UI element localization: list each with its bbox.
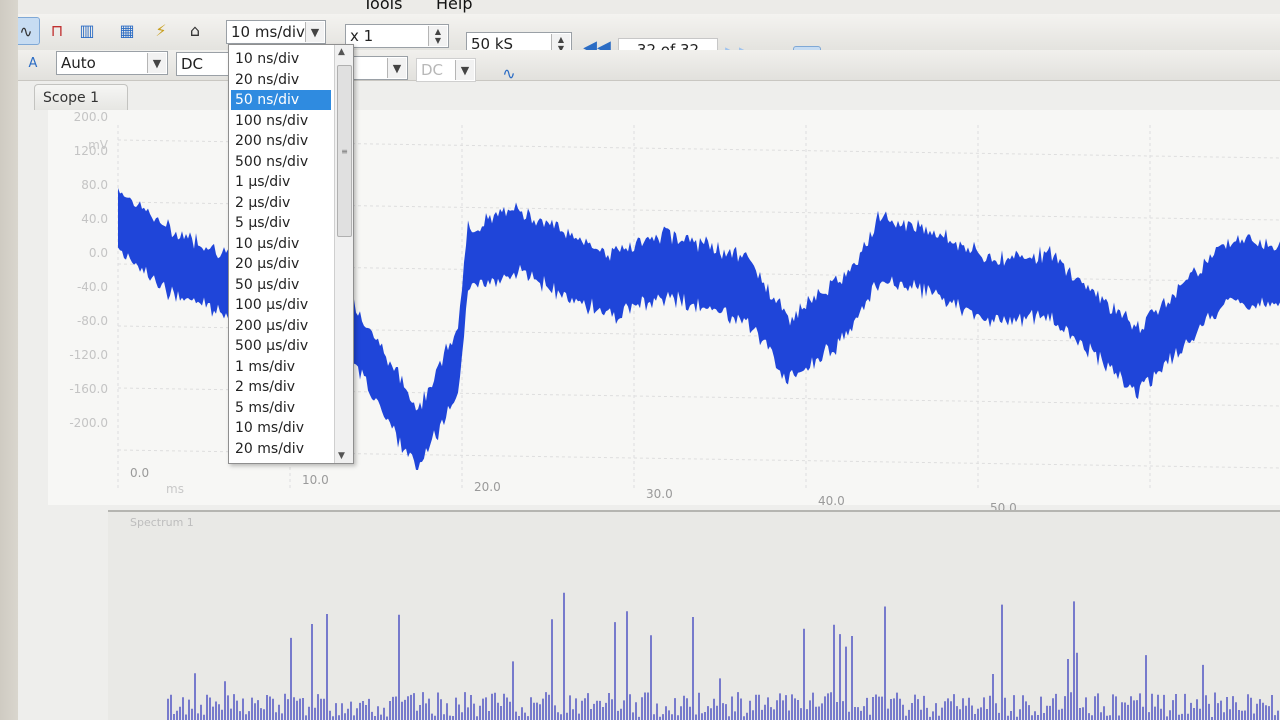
timebase-value: 10 ms/div [231,23,305,41]
chevron-down-icon[interactable]: ▼ [455,60,474,80]
x-tick-label: 30.0 [646,487,673,501]
channel-a-icon[interactable]: A [20,50,46,76]
dropdown-option[interactable]: 500 µs/div [231,336,331,356]
y-unit-label: mV [88,138,108,152]
spectrum-mode-icon[interactable]: ▥ [74,17,100,43]
x-tick-label: 10.0 [302,473,329,487]
coupling-value: DC [181,55,204,73]
range-value: Auto [61,54,96,72]
x-unit-label: ms [166,482,184,496]
spectrum-trace [167,592,1279,720]
dropdown-option[interactable]: 500 ns/div [231,152,331,172]
dropdown-option[interactable]: 100 ns/div [231,111,331,131]
y-tick-label: -200.0 [69,416,108,430]
dropdown-option[interactable]: 1 µs/div [231,172,331,192]
scope-mode-icon[interactable]: ∿ [18,17,40,45]
scroll-down-icon[interactable]: ▼ [338,451,345,461]
coupling-combo[interactable]: DC [176,52,232,76]
y-tick-label: -40.0 [76,280,108,294]
dropdown-option[interactable]: 20 ms/div [231,439,331,459]
scrollbar-thumb[interactable]: ≡ [337,65,352,237]
timebase-dropdown-list[interactable]: 10 ns/div 20 ns/div 50 ns/div 100 ns/div 200… [228,44,354,464]
dropdown-option[interactable]: 10 ms/div [231,418,331,438]
y-tick-label: -80.0 [76,314,108,328]
dropdown-scrollbar[interactable]: ▲ ≡ ▼ [334,45,353,463]
channel-toolbar: A Auto ▼ DC ▼ DC ▼ ∿ [18,50,1280,83]
dropdown-option[interactable]: 100 µs/div [231,295,331,315]
dropdown-option[interactable]: 200 ns/div [231,131,331,151]
y-tick-label: 0.0 [88,246,108,260]
dropdown-option[interactable]: 20 µs/div [231,254,331,274]
y-tick-label: 80.0 [81,178,108,192]
range-combo[interactable]: Auto ▼ [56,51,168,75]
dropdown-option[interactable]: 50 µs/div [231,275,331,295]
dropdown-option[interactable]: 5 µs/div [231,213,331,233]
tab-scope-1[interactable]: Scope 1 [34,84,128,110]
multiplier-spinbox[interactable]: x 1 ▲ ▼ [345,24,449,48]
y-tick-label: -120.0 [69,348,108,362]
tab-label: Scope 1 [43,90,100,106]
menu-bar: Tools Help [18,0,1280,14]
auto-setup-icon[interactable]: ⚡ [148,17,174,43]
dropdown-option[interactable]: 5 ms/div [231,398,331,418]
y-tick-label: 40.0 [81,212,108,226]
x-tick-label: 20.0 [474,480,501,494]
chevron-down-icon[interactable]: ▼ [387,58,406,78]
spectrum-view[interactable]: Spectrum 1 [108,510,1280,720]
tab-spectrum-1[interactable]: Spectrum 1 [108,512,230,532]
timebase-combo[interactable]: 10 ms/div ▼ [226,20,326,44]
dropdown-option[interactable]: 10 ns/div [231,49,331,69]
x-tick-label: 40.0 [818,494,845,508]
picoscope-window: Tools Help ∿ ⊓ ▥ ▦ ⚡ ⌂ 10 ms/div ▼ x 1 ▲… [18,0,1280,720]
math-channel-icon[interactable]: ∿ [496,60,522,86]
dropdown-option[interactable]: 50 ns/div [231,90,331,110]
menu-help[interactable]: Help [436,0,472,13]
x-tick-label: 0.0 [130,466,150,480]
channel-options-icon[interactable]: ▦ [114,17,140,43]
dropdown-option[interactable]: 20 ns/div [231,70,331,90]
spin-arrows-icon[interactable]: ▲ ▼ [428,26,447,46]
chevron-down-icon[interactable]: ▼ [305,22,324,42]
persistence-mode-icon[interactable]: ⊓ [44,17,70,43]
spectrum-plot [167,592,1279,720]
channel-b-coupling-combo[interactable]: DC ▼ [416,58,476,82]
dropdown-option[interactable]: 200 µs/div [231,316,331,336]
dropdown-option[interactable]: 2 ms/div [231,377,331,397]
y-tick-label: -160.0 [69,382,108,396]
coupling-b-value: DC [421,61,444,79]
menu-tools[interactable]: Tools [363,0,402,13]
y-tick-label: 200.0 [73,110,108,124]
scroll-up-icon[interactable]: ▲ [338,47,345,57]
home-icon[interactable]: ⌂ [182,17,208,43]
chevron-down-icon[interactable]: ▼ [147,53,166,73]
dropdown-option[interactable]: 2 µs/div [231,193,331,213]
dropdown-option[interactable]: 10 µs/div [231,234,331,254]
dropdown-option[interactable]: 1 ms/div [231,357,331,377]
main-toolbar: ∿ ⊓ ▥ ▦ ⚡ ⌂ 10 ms/div ▼ x 1 ▲ ▼ 50 kS ▲ ▼ … [18,14,1280,81]
multiplier-value: x 1 [350,27,374,45]
